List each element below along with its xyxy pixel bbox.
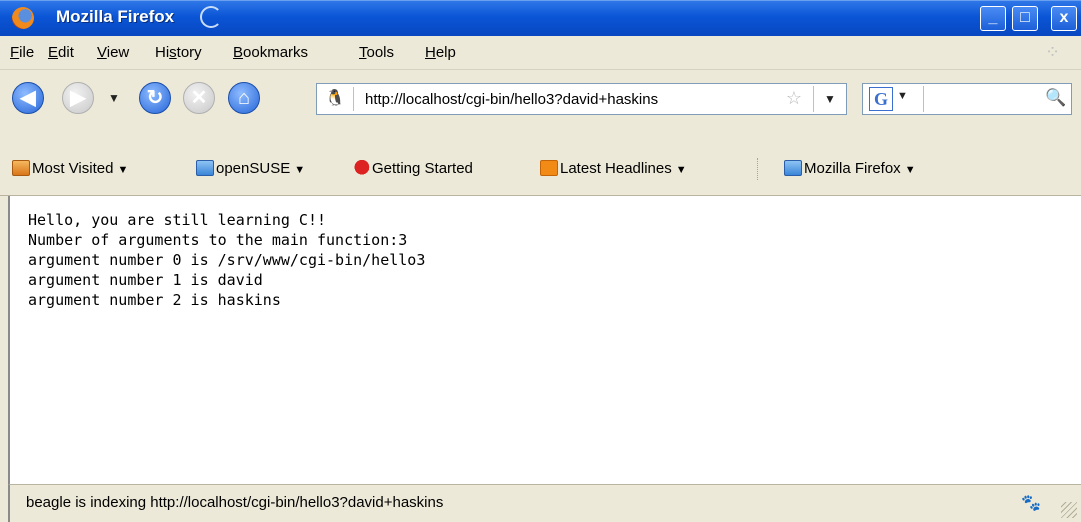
back-button[interactable]: ◀ xyxy=(12,82,44,114)
url-dropdown-button[interactable]: ▼ xyxy=(813,86,846,112)
reload-icon: ↻ xyxy=(146,87,164,109)
toolbar-separator xyxy=(757,158,760,180)
menu-edit[interactable]: Edit xyxy=(48,44,74,61)
url-separator xyxy=(353,87,354,111)
menu-history[interactable]: History xyxy=(155,44,202,61)
menu-bar: File Edit View History Bookmarks Tools H… xyxy=(0,36,1081,70)
chevron-down-icon: ▼ xyxy=(117,164,129,176)
resize-grip[interactable] xyxy=(1061,502,1077,518)
bookmark-opensuse[interactable]: openSUSE ▼ xyxy=(196,160,305,177)
throbber-icon: ⁘ xyxy=(1045,42,1061,62)
browser-window: Mozilla Firefox _ □ x File Edit View His… xyxy=(0,0,1081,522)
search-bar: G ▼ 🔍 xyxy=(862,83,1072,115)
title-bar[interactable]: Mozilla Firefox _ □ x xyxy=(0,0,1081,36)
window-title: Mozilla Firefox xyxy=(56,7,175,26)
beagle-icon[interactable]: 🐾 xyxy=(1021,493,1041,513)
busy-spinner-icon xyxy=(200,6,222,28)
history-dropdown-button[interactable]: ▼ xyxy=(104,82,124,114)
search-engine-button[interactable]: G ▼ xyxy=(865,86,924,112)
bookmark-latest-headlines[interactable]: Latest Headlines ▼ xyxy=(540,160,687,177)
output-line: Hello, you are still learning C!! xyxy=(28,211,327,229)
home-button[interactable]: ⌂ xyxy=(228,82,260,114)
status-text: beagle is indexing http://localhost/cgi-… xyxy=(26,494,444,511)
google-icon: G xyxy=(869,87,893,111)
arrow-right-icon: ▶ xyxy=(70,87,86,109)
url-field[interactable]: http://localhost/cgi-bin/hello3?david+ha… xyxy=(365,91,658,108)
chevron-down-icon: ▼ xyxy=(294,164,306,176)
site-identity-icon: 🐧 xyxy=(325,90,345,107)
output-line: argument number 1 is david xyxy=(28,271,263,289)
folder-icon xyxy=(784,160,802,176)
status-bar: beagle is indexing http://localhost/cgi-… xyxy=(8,484,1081,522)
folder-icon xyxy=(196,160,214,176)
chevron-down-icon: ▼ xyxy=(824,92,836,106)
home-icon: ⌂ xyxy=(237,87,251,109)
chevron-down-icon: ▼ xyxy=(108,91,120,105)
menu-view[interactable]: View xyxy=(97,44,129,61)
most-visited-icon xyxy=(12,160,30,176)
bookmark-most-visited[interactable]: Most Visited ▼ xyxy=(12,160,128,177)
bookmark-star-icon[interactable]: ☆ xyxy=(783,88,805,110)
rss-icon xyxy=(540,160,558,176)
stop-icon: ✕ xyxy=(190,87,208,109)
bookmark-getting-started[interactable]: Getting Started xyxy=(352,160,473,177)
reload-button[interactable]: ↻ xyxy=(139,82,171,114)
chevron-down-icon: ▼ xyxy=(904,164,916,176)
stop-button[interactable]: ✕ xyxy=(183,82,215,114)
address-bar[interactable]: 🐧 http://localhost/cgi-bin/hello3?david+… xyxy=(316,83,847,115)
page-content: Hello, you are still learning C!! Number… xyxy=(8,196,1081,484)
output-line: Number of arguments to the main function… xyxy=(28,231,408,249)
chevron-down-icon: ▼ xyxy=(675,164,687,176)
menu-bookmarks[interactable]: Bookmarks xyxy=(233,44,308,61)
menu-file[interactable]: File xyxy=(10,44,34,61)
arrow-left-icon: ◀ xyxy=(20,87,36,109)
close-button[interactable]: x xyxy=(1051,6,1077,31)
bookmarks-toolbar: Most Visited ▼ openSUSE ▼ Getting Started … xyxy=(0,128,1081,196)
cgi-output: Hello, you are still learning C!! Number… xyxy=(28,210,425,310)
firefox-icon xyxy=(352,160,370,176)
forward-button[interactable]: ▶ xyxy=(62,82,94,114)
firefox-icon xyxy=(12,7,34,29)
search-input[interactable] xyxy=(929,88,1033,112)
menu-tools[interactable]: Tools xyxy=(359,44,394,61)
chevron-down-icon: ▼ xyxy=(897,90,908,102)
output-line: argument number 0 is /srv/www/cgi-bin/he… xyxy=(28,251,426,269)
search-icon[interactable]: 🔍 xyxy=(1045,88,1066,108)
bookmark-mozilla-firefox[interactable]: Mozilla Firefox ▼ xyxy=(784,160,916,177)
navigation-toolbar: ◀ ▶ ▼ ↻ ✕ ⌂ 🐧 http://localhost/cgi-bin/h… xyxy=(0,70,1081,128)
maximize-button[interactable]: □ xyxy=(1012,6,1038,31)
menu-help[interactable]: Help xyxy=(425,44,456,61)
output-line: argument number 2 is haskins xyxy=(28,291,281,309)
minimize-button[interactable]: _ xyxy=(980,6,1006,31)
